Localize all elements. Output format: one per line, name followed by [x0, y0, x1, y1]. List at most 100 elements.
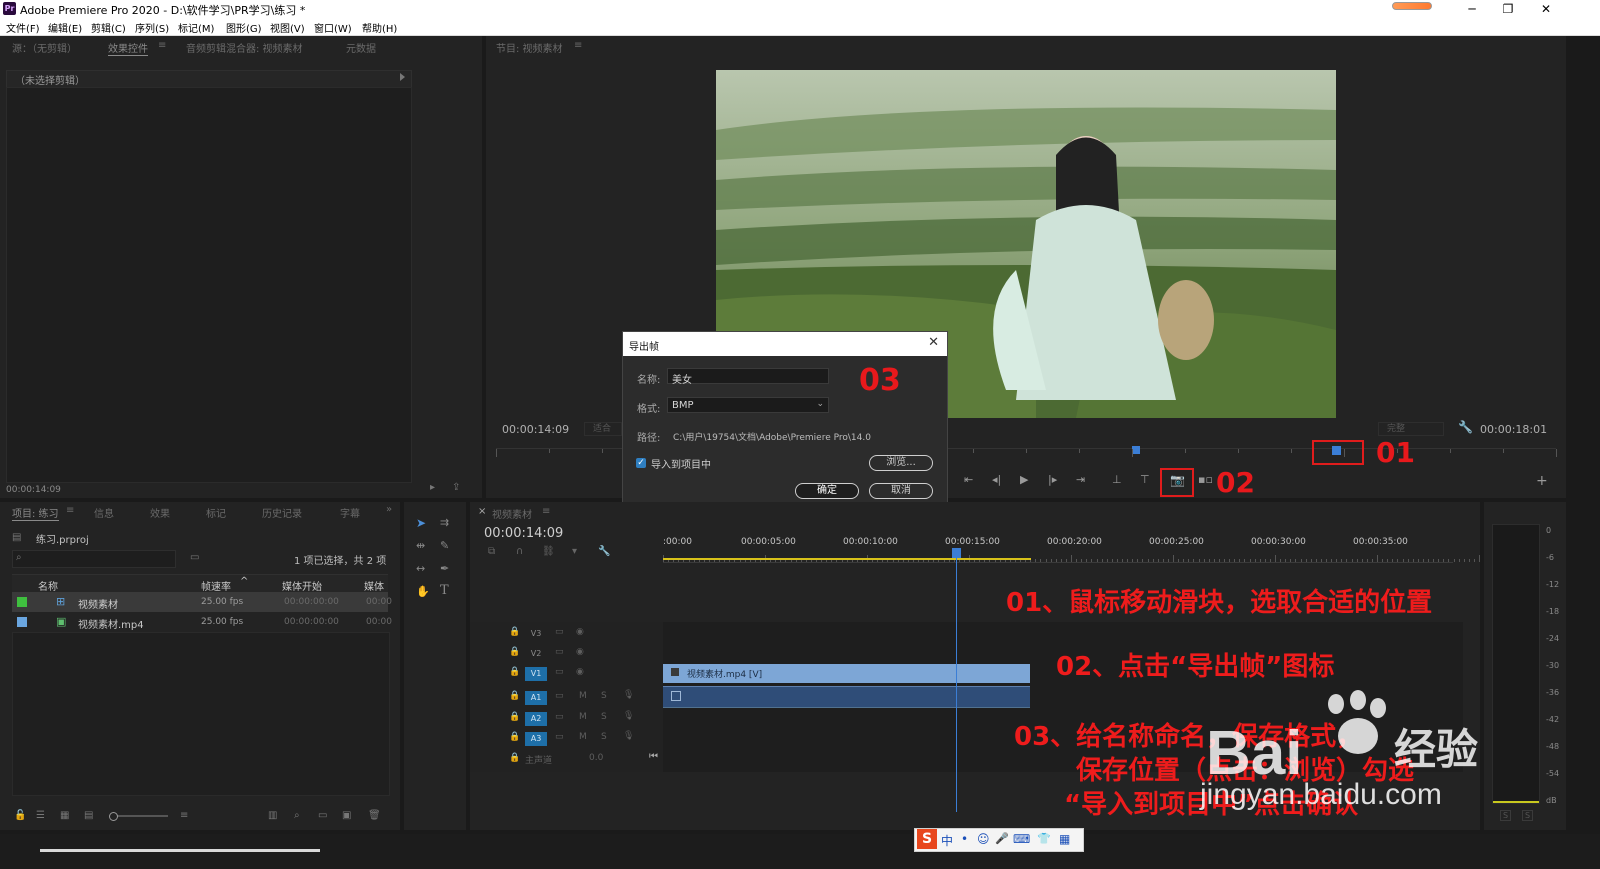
- menu-help[interactable]: 帮助(H): [362, 20, 397, 35]
- tab-history[interactable]: 历史记录: [262, 505, 302, 520]
- menu-clip[interactable]: 剪辑(C): [91, 20, 126, 35]
- lock-track-icon[interactable]: 🔒: [509, 732, 520, 742]
- format-select[interactable]: BMP ⌄: [667, 397, 829, 413]
- timeline-menu-icon[interactable]: ≡: [542, 506, 550, 517]
- go-to-out-icon[interactable]: ⇥: [1076, 473, 1085, 486]
- timeline-close-icon[interactable]: ×: [478, 506, 486, 517]
- new-bin-folder-icon[interactable]: ▭: [318, 810, 327, 821]
- fit-dropdown[interactable]: 适合: [584, 422, 622, 436]
- microphone-icon[interactable]: 🎙: [623, 731, 634, 741]
- add-marker-icon[interactable]: ▾: [572, 546, 577, 557]
- go-to-end-icon[interactable]: ⏮: [649, 751, 658, 762]
- mute-button[interactable]: M: [579, 691, 587, 701]
- column-fps[interactable]: 帧速率: [201, 578, 231, 593]
- pen-tool-icon[interactable]: ✒: [440, 562, 449, 575]
- step-back-icon[interactable]: ◂|: [992, 473, 1001, 486]
- timeline-ruler[interactable]: [663, 550, 1480, 563]
- tab-info[interactable]: 信息: [94, 505, 114, 520]
- track-select-tool-icon[interactable]: ⇉: [440, 516, 449, 529]
- add-button-icon[interactable]: +: [1536, 473, 1548, 489]
- ripple-edit-tool-icon[interactable]: ⇹: [416, 539, 425, 552]
- lock-track-icon[interactable]: 🔒: [509, 753, 520, 763]
- sync-lock-icon[interactable]: ▭: [555, 732, 564, 742]
- ime-toolbox-icon[interactable]: ▦: [1059, 832, 1070, 846]
- ime-skin-icon[interactable]: 👕: [1037, 832, 1051, 845]
- audio-clip[interactable]: [663, 686, 1030, 707]
- wrench-icon[interactable]: 🔧: [1458, 420, 1473, 434]
- comparison-view-icon[interactable]: ▪▫: [1198, 473, 1213, 486]
- export-icon[interactable]: ⇪: [452, 482, 460, 493]
- tab-effect-controls[interactable]: 效果控件: [108, 40, 148, 56]
- restore-icon[interactable]: ❐: [1490, 0, 1526, 18]
- sync-lock-icon[interactable]: ▭: [555, 667, 564, 677]
- go-to-in-icon[interactable]: ⇤: [964, 473, 973, 486]
- tab-timeline-sequence[interactable]: 视频素材: [492, 506, 532, 521]
- track-label-a2[interactable]: A2: [525, 712, 547, 726]
- track-label-v1[interactable]: V1: [525, 667, 547, 681]
- ime-voice-icon[interactable]: 🎤: [995, 832, 1009, 845]
- label-color-swatch[interactable]: [17, 597, 27, 607]
- name-input[interactable]: 美女: [667, 368, 829, 386]
- tab-project[interactable]: 项目: 练习: [12, 505, 59, 521]
- table-row[interactable]: ⊞ 视频素材 25.00 fps 00:00:00:00 00:00: [12, 592, 392, 612]
- menu-marker[interactable]: 标记(M): [178, 20, 214, 35]
- ime-punctuation-icon[interactable]: •: [961, 832, 968, 846]
- automate-icon[interactable]: ▥: [268, 810, 277, 821]
- selection-tool-icon[interactable]: ➤: [416, 516, 426, 530]
- menu-edit[interactable]: 编辑(E): [48, 20, 82, 35]
- more-tabs-icon[interactable]: »: [386, 504, 392, 515]
- tab-program[interactable]: 节目: 视频素材: [496, 40, 563, 55]
- lift-icon[interactable]: ⊥: [1112, 473, 1122, 486]
- sync-lock-icon[interactable]: ▭: [555, 627, 564, 637]
- import-checkbox[interactable]: ✓: [636, 458, 646, 468]
- tab-source[interactable]: 源：（无剪辑）: [12, 40, 77, 55]
- track-label-a3[interactable]: A3: [525, 732, 547, 746]
- master-volume-value[interactable]: 0.0: [589, 753, 603, 763]
- play-icon[interactable]: ▶: [1020, 473, 1028, 486]
- program-playhead[interactable]: [1132, 446, 1140, 454]
- list-view-icon[interactable]: ☰: [36, 810, 45, 821]
- ime-chinese-toggle[interactable]: 中: [941, 832, 953, 849]
- freeform-view-icon[interactable]: ▤: [84, 810, 93, 821]
- find-icon[interactable]: ⌕: [294, 810, 300, 821]
- type-tool-icon[interactable]: T: [440, 583, 449, 598]
- ime-keyboard-icon[interactable]: ⌨: [1013, 832, 1030, 846]
- zoom-slider-handle[interactable]: [109, 812, 118, 821]
- dialog-close-icon[interactable]: ✕: [928, 335, 939, 350]
- trash-icon[interactable]: 🗑: [368, 810, 381, 821]
- linked-selection-icon[interactable]: ⛓: [542, 546, 555, 557]
- timeline-timecode[interactable]: 00:00:14:09: [484, 526, 563, 541]
- tab-markers[interactable]: 标记: [206, 505, 226, 520]
- nest-icon[interactable]: ⧉: [488, 546, 495, 557]
- tab-captions[interactable]: 字幕: [340, 505, 360, 520]
- menu-sequence[interactable]: 序列(S): [135, 20, 169, 35]
- eye-icon[interactable]: ◉: [576, 667, 584, 677]
- sogou-logo-icon[interactable]: S: [917, 829, 937, 849]
- minimize-icon[interactable]: ─: [1454, 0, 1490, 18]
- program-menu-icon[interactable]: ≡: [574, 40, 582, 51]
- project-search-input[interactable]: ⌕: [12, 550, 176, 568]
- menu-file[interactable]: 文件(F): [6, 20, 40, 35]
- new-bin-icon[interactable]: ▭: [190, 552, 199, 563]
- ok-button[interactable]: 确定: [795, 483, 859, 499]
- tab-audio-mixer[interactable]: 音频剪辑混合器: 视频素材: [186, 40, 303, 55]
- new-item-icon[interactable]: ▣: [342, 810, 351, 821]
- track-label-v2[interactable]: V2: [525, 647, 547, 661]
- razor-tool-icon[interactable]: ✎: [440, 539, 449, 552]
- sync-lock-icon[interactable]: ▭: [555, 647, 564, 657]
- lock-icon[interactable]: 🔓: [14, 810, 26, 821]
- menu-graphics[interactable]: 图形(G): [226, 20, 262, 35]
- label-color-swatch[interactable]: [17, 617, 27, 627]
- microphone-icon[interactable]: 🎙: [623, 711, 634, 721]
- sync-lock-icon[interactable]: ▭: [555, 712, 564, 722]
- table-row[interactable]: ▣ 视频素材.mp4 25.00 fps 00:00:00:00 00:00: [12, 612, 392, 632]
- menu-view[interactable]: 视图(V): [270, 20, 305, 35]
- lock-track-icon[interactable]: 🔒: [509, 647, 520, 657]
- eye-icon[interactable]: ◉: [576, 627, 584, 637]
- expand-arrow-icon[interactable]: [400, 73, 405, 81]
- sort-ascending-icon[interactable]: ^: [240, 576, 248, 587]
- track-label-a1[interactable]: A1: [525, 691, 547, 705]
- lock-track-icon[interactable]: 🔒: [509, 667, 520, 677]
- eye-icon[interactable]: ◉: [576, 647, 584, 657]
- lock-track-icon[interactable]: 🔒: [509, 712, 520, 722]
